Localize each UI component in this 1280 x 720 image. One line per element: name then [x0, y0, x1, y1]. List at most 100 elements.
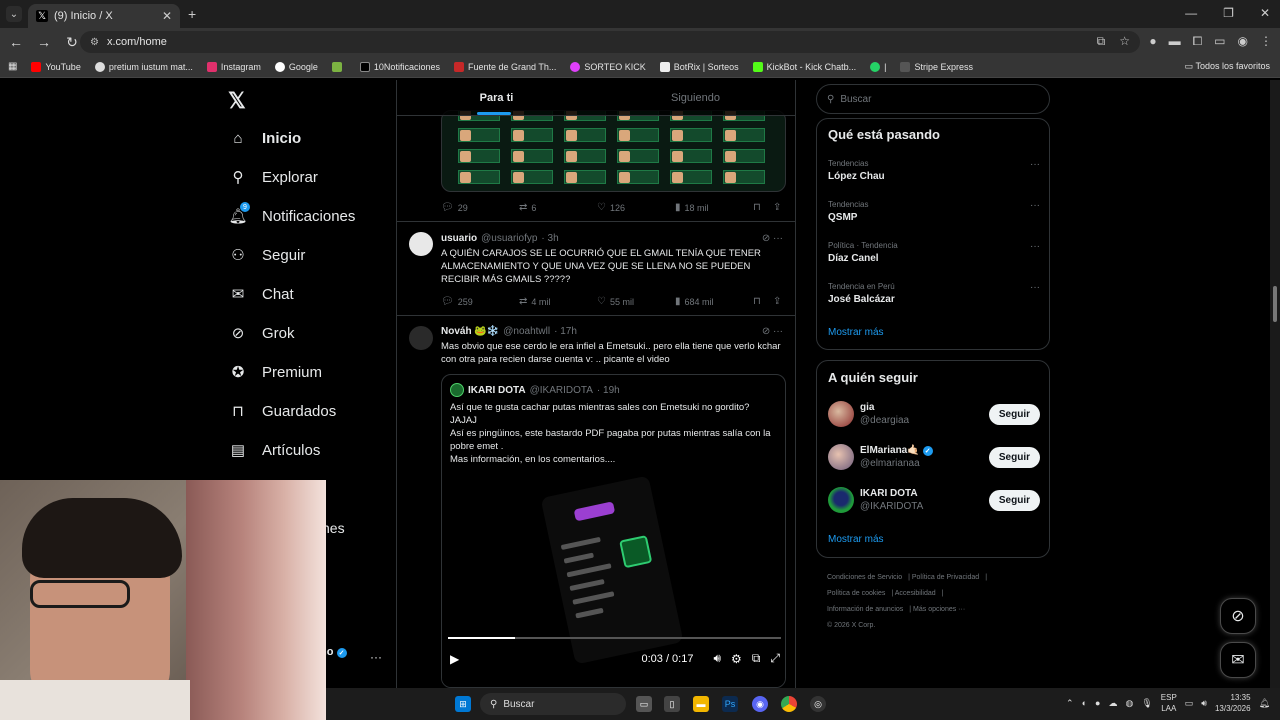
author-name[interactable]: Nováh 🐸❄️	[441, 326, 499, 337]
post-media-image[interactable]	[441, 110, 786, 192]
repost-button[interactable]: ⇄ 4 mil	[519, 296, 597, 307]
notifications-icon[interactable]: 🔔︎	[1259, 698, 1270, 709]
task-view-icon[interactable]: ▭	[636, 696, 652, 712]
minimize-icon[interactable]: —	[1185, 6, 1197, 20]
chevron-up-icon[interactable]: ⌃	[1066, 698, 1074, 709]
search-input[interactable]: ⚲ Buscar	[816, 84, 1050, 114]
bookmark-kickbot[interactable]: KickBot - Kick Chatb...	[752, 61, 856, 72]
tab-close-icon[interactable]: ✕	[162, 9, 172, 23]
fullscreen-icon[interactable]: ⤢	[770, 651, 780, 666]
messages-fab-button[interactable]: ✉	[1220, 642, 1256, 678]
volume-icon[interactable]: 🔊︎	[713, 651, 721, 666]
bookmark-sorteo-kick[interactable]: SORTEO KICK	[570, 61, 646, 72]
trend-more-icon[interactable]: ···	[1030, 241, 1040, 252]
video-player[interactable]: ▶ 0:03 / 0:17 🔊︎ ⚙ ⧉ ⤢	[442, 475, 785, 687]
like-button[interactable]: ♡ 126	[597, 202, 675, 213]
bookmark-star-icon[interactable]: ☆	[1119, 34, 1130, 49]
nav-premium[interactable]: ✪ Premium	[228, 362, 322, 382]
menu-icon[interactable]: ⋮	[1260, 34, 1272, 49]
play-icon[interactable]: ▶	[450, 652, 459, 666]
browser-tab[interactable]: 𝕏 (9) Inicio / X ✕	[28, 4, 180, 28]
extension-icon[interactable]: ●	[1149, 34, 1156, 49]
trend-more-icon[interactable]: ···	[1030, 282, 1040, 293]
all-bookmarks[interactable]: ▭ Todos los favoritos	[1185, 61, 1270, 72]
windows-start-icon[interactable]: ⊞	[455, 696, 471, 712]
nav-grok[interactable]: ⊘ Grok	[228, 323, 295, 343]
follow-suggestion[interactable]: gia @deargiaa Seguir	[828, 401, 1040, 427]
nav-notificaciones[interactable]: 🔔︎ 9 Notificaciones	[228, 202, 355, 226]
forward-icon[interactable]: →	[32, 34, 56, 50]
page-scrollbar[interactable]	[1270, 80, 1280, 688]
pip-icon[interactable]: ⧉	[752, 651, 761, 666]
nav-guardados[interactable]: ⊓ Guardados	[228, 401, 336, 421]
author-handle[interactable]: @usuariofyp	[481, 233, 537, 244]
like-button[interactable]: ♡ 55 mil	[597, 296, 675, 307]
trend-item[interactable]: Política · Tendencia Díaz Canel ···	[828, 241, 1040, 264]
chrome-icon[interactable]	[781, 696, 797, 712]
bookmark-google[interactable]: Google	[274, 61, 318, 72]
puzzle-icon[interactable]: ⧠	[1193, 34, 1203, 49]
nav-chat[interactable]: ✉ Chat	[228, 284, 294, 304]
tray-app-icon[interactable]: ●	[1095, 698, 1100, 708]
network-icon[interactable]: ▭	[1185, 698, 1194, 709]
post-more-icon[interactable]: ⊘ ···	[762, 233, 783, 244]
taskbar-search[interactable]: ⚲ Buscar	[480, 693, 626, 715]
views-button[interactable]: ▮ 684 mil	[675, 296, 753, 307]
follow-suggestion[interactable]: IKARI DOTA @IKARIDOTA Seguir	[828, 487, 1040, 513]
bookmark-pretium[interactable]: pretium iustum mat...	[94, 61, 193, 72]
address-bar[interactable]: ⚙ x.com/home	[80, 31, 1140, 53]
tab-search-icon[interactable]: ⌄	[6, 6, 22, 22]
share-button[interactable]: ⇪	[773, 202, 781, 213]
install-app-icon[interactable]: ⧉	[1097, 34, 1106, 49]
discord-icon[interactable]: ◉	[752, 696, 768, 712]
x-logo-icon[interactable]: 𝕏	[228, 88, 246, 114]
avatar[interactable]	[409, 232, 433, 256]
file-explorer-icon[interactable]: ▬	[693, 696, 709, 712]
extension-icon[interactable]: ▬	[1169, 34, 1181, 49]
repost-button[interactable]: ⇄ 6	[519, 202, 597, 213]
bookmark-fuente[interactable]: Fuente de Grand Th...	[453, 61, 556, 72]
trend-item[interactable]: Tendencias López Chau ···	[828, 159, 1040, 182]
nav-inicio[interactable]: ⌂ Inicio	[228, 128, 301, 148]
language-indicator[interactable]: ESP LAA	[1161, 692, 1177, 714]
bookmark-stripe[interactable]: Stripe Express	[900, 61, 973, 72]
photoshop-icon[interactable]: Ps	[722, 696, 738, 712]
bookmark-post-button[interactable]: ⊓	[753, 202, 773, 213]
site-info-icon[interactable]: ⚙	[90, 37, 99, 48]
post-more-icon[interactable]: ⊘ ···	[762, 326, 783, 337]
trend-item[interactable]: Tendencia en Perú José Balcázar ···	[828, 282, 1040, 305]
scrollbar-thumb[interactable]	[1273, 286, 1277, 322]
close-window-icon[interactable]: ✕	[1260, 6, 1270, 20]
clock[interactable]: 13:35 13/3/2026	[1215, 692, 1251, 714]
follow-suggestion[interactable]: ElMariana🤙🏻 ✓ @elmarianaa Seguir	[828, 444, 1040, 470]
author-handle[interactable]: @noahtwll	[503, 326, 550, 337]
microphone-icon[interactable]: 🎙︎	[1141, 698, 1152, 709]
bookmark-whatsapp[interactable]: |	[870, 61, 886, 72]
post-time[interactable]: · 17h	[554, 326, 577, 337]
bookmark-post-button[interactable]: ⊓	[753, 296, 773, 307]
follow-button[interactable]: Seguir	[988, 489, 1040, 511]
profile-avatar[interactable]: ◉	[1238, 34, 1248, 49]
bookmark-youtube[interactable]: YouTube	[31, 61, 81, 72]
avatar[interactable]	[409, 326, 433, 350]
tray-app-icon[interactable]: ☁	[1108, 698, 1117, 709]
share-button[interactable]: ⇪	[773, 296, 781, 307]
views-button[interactable]: ▮ 18 mil	[675, 202, 753, 213]
bookmark-botrix[interactable]: BotRix | Sorteos	[659, 61, 739, 72]
post-time[interactable]: · 3h	[541, 233, 558, 244]
volume-icon[interactable]: 🔊︎	[1201, 698, 1207, 709]
side-panel-icon[interactable]: ▭	[1214, 34, 1225, 49]
tray-app-icon[interactable]: ◐	[1082, 698, 1087, 708]
trend-more-icon[interactable]: ···	[1030, 200, 1040, 211]
tab-siguiendo[interactable]: Siguiendo	[596, 80, 795, 115]
quoted-post[interactable]: IKARI DOTA @IKARIDOTA · 19h Así que te g…	[441, 374, 786, 688]
nav-articulos[interactable]: ▤ Artículos	[228, 440, 320, 460]
maximize-icon[interactable]: ❐	[1223, 6, 1234, 20]
bookmark-instagram[interactable]: Instagram	[206, 61, 261, 72]
profile-more-icon[interactable]: ···	[370, 650, 382, 664]
apps-icon[interactable]: ▦	[8, 61, 17, 72]
bookmark-notificaciones[interactable]: 10Notificaciones	[359, 61, 440, 72]
grok-fab-button[interactable]: ⊘	[1220, 598, 1256, 634]
nav-seguir[interactable]: ⚇ Seguir	[228, 245, 305, 265]
new-tab-icon[interactable]: +	[188, 6, 196, 22]
